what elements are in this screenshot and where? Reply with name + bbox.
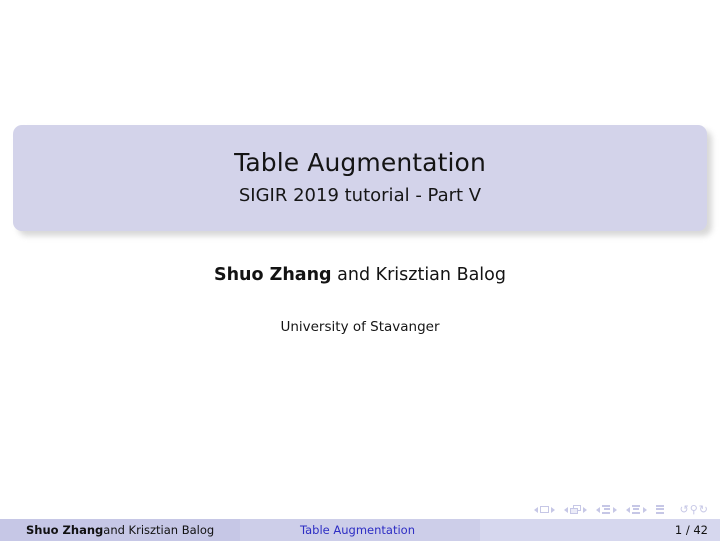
search-navigation-icon[interactable]: ⚲ bbox=[690, 504, 698, 515]
navigation-tail-group[interactable]: ↺ ⚲ ↻ bbox=[680, 504, 709, 515]
page-title: Table Augmentation bbox=[234, 148, 486, 178]
author-secondary: and Krisztian Balog bbox=[331, 265, 506, 285]
subsection-glyph-icon bbox=[602, 504, 611, 515]
slide-navigation-icon[interactable] bbox=[533, 506, 555, 513]
section-next-arrow-icon[interactable] bbox=[642, 506, 647, 513]
title-block: Table Augmentation SIGIR 2019 tutorial -… bbox=[13, 125, 712, 236]
author-primary: Shuo Zhang bbox=[214, 265, 332, 285]
subsection-navigation-icon[interactable] bbox=[595, 504, 617, 515]
frame-prev-arrow-icon[interactable] bbox=[563, 506, 568, 513]
frame-glyph-icon bbox=[569, 505, 581, 514]
footline-author-cell: Shuo Zhang and Krisztian Balog bbox=[0, 519, 240, 541]
navigation-symbols-bar[interactable]: ↺ ⚲ ↻ bbox=[533, 502, 709, 517]
footline-author-secondary: and Krisztian Balog bbox=[103, 523, 215, 537]
frame-next-arrow-icon[interactable] bbox=[582, 506, 587, 513]
institute-line: University of Stavanger bbox=[280, 319, 440, 335]
footline-title-cell[interactable]: Table Augmentation bbox=[240, 519, 480, 541]
presentation-navigation-icon[interactable] bbox=[656, 504, 665, 515]
footline-author-primary: Shuo Zhang bbox=[26, 523, 104, 537]
forward-navigation-icon[interactable]: ↻ bbox=[699, 504, 708, 515]
authors-line: Shuo Zhang and Krisztian Balog bbox=[0, 265, 720, 285]
slide-glyph-icon bbox=[539, 506, 549, 513]
page-subtitle: SIGIR 2019 tutorial - Part V bbox=[238, 184, 482, 206]
back-navigation-icon[interactable]: ↺ bbox=[680, 504, 689, 515]
slide-prev-arrow-icon[interactable] bbox=[533, 506, 538, 513]
frame-navigation-icon[interactable] bbox=[563, 505, 587, 514]
beamer-title-slide: Table Augmentation SIGIR 2019 tutorial -… bbox=[0, 0, 720, 541]
section-glyph-icon bbox=[632, 504, 641, 515]
section-prev-arrow-icon[interactable] bbox=[625, 506, 630, 513]
subsection-next-arrow-icon[interactable] bbox=[612, 506, 617, 513]
title-block-panel: Table Augmentation SIGIR 2019 tutorial -… bbox=[13, 125, 707, 231]
presentation-glyph-icon bbox=[656, 504, 665, 515]
section-navigation-icon[interactable] bbox=[625, 504, 647, 515]
footline: Shuo Zhang and Krisztian Balog Table Aug… bbox=[0, 519, 720, 541]
footline-page-number: 1 / 42 bbox=[480, 519, 720, 541]
subsection-prev-arrow-icon[interactable] bbox=[595, 506, 600, 513]
slide-next-arrow-icon[interactable] bbox=[550, 506, 555, 513]
